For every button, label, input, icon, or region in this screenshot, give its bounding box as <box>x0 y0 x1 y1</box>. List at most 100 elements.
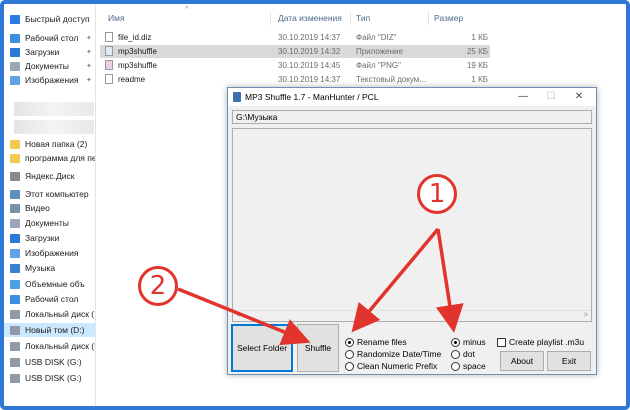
radio[interactable] <box>345 361 354 371</box>
column-header-date[interactable]: Дата изменения <box>278 13 342 23</box>
file-row[interactable]: file_id.diz 30.10.2019 14:37 Файл "DIZ" 1 К… <box>100 31 490 44</box>
sidebar-item[interactable]: USB DISK (G:) <box>4 371 95 385</box>
sidebar-item[interactable]: Этот компьютер <box>4 187 95 201</box>
radio[interactable] <box>451 349 460 359</box>
about-button[interactable]: About <box>500 351 544 371</box>
radio-selected[interactable] <box>451 337 460 347</box>
text-file-icon <box>105 32 113 42</box>
scroll-right-arrow[interactable]: > <box>584 312 588 319</box>
select-folder-button[interactable]: Select Folder <box>231 324 293 372</box>
usb-drive-icon <box>10 357 20 367</box>
pin-icon[interactable]: ✦ <box>86 76 92 84</box>
option-label: minus <box>463 337 486 347</box>
sidebar-item[interactable]: программа для пе <box>4 151 95 165</box>
file-listbox[interactable]: < > <box>232 128 592 322</box>
sidebar-item[interactable]: Загрузки ✦ <box>4 45 95 59</box>
drive-icon <box>10 309 20 319</box>
folder-icon <box>10 139 20 149</box>
sidebar-item[interactable]: USB DISK (G:) <box>4 355 95 369</box>
download-icon <box>10 47 20 57</box>
computer-icon <box>10 189 20 199</box>
horizontal-scrollbar[interactable]: < > <box>233 310 591 321</box>
sidebar-item-label: Рабочий стол <box>25 33 79 43</box>
sidebar-item[interactable]: Быстрый доступ <box>4 12 95 26</box>
file-row[interactable]: mp3shuffle 30.10.2019 14:32 Приложение 25 К… <box>100 45 490 58</box>
file-size: 1 КБ <box>471 75 488 84</box>
option-randomize-date[interactable]: Randomize Date/Time <box>345 349 441 359</box>
sidebar-item-label: Документы <box>25 218 69 228</box>
application-icon <box>105 46 113 56</box>
app-icon <box>233 92 241 102</box>
image-file-icon <box>105 60 113 70</box>
sidebar-item[interactable]: Документы ✦ <box>4 59 95 73</box>
exit-button[interactable]: Exit <box>547 351 591 371</box>
sidebar-item-label: Видео <box>25 203 50 213</box>
option-separator-dot[interactable]: dot <box>451 349 475 359</box>
sidebar-item[interactable]: Изображения ✦ <box>4 73 95 87</box>
sidebar-item[interactable]: Документы <box>4 216 95 230</box>
folder-path-field[interactable]: G:\Музыка <box>232 110 592 124</box>
column-header-size[interactable]: Размер <box>434 13 463 23</box>
sidebar-item[interactable]: Изображения <box>4 246 95 260</box>
sidebar-item-label: Загрузки <box>25 233 60 243</box>
pictures-icon <box>10 75 20 85</box>
pin-icon[interactable]: ✦ <box>86 34 92 42</box>
3d-objects-icon <box>10 279 20 289</box>
sidebar-item[interactable]: Видео <box>4 201 95 215</box>
documents-icon <box>10 61 20 71</box>
sidebar-item-label: USB DISK (G:) <box>25 373 82 383</box>
sidebar-item[interactable]: Новый том (D:) <box>4 323 95 337</box>
sidebar-item[interactable]: Объемные объ <box>4 277 95 291</box>
create-playlist-checkbox[interactable]: Create playlist .m3u <box>497 337 584 347</box>
column-header-name[interactable]: Имя <box>108 13 125 23</box>
option-separator-space[interactable]: space <box>451 361 486 371</box>
sidebar-item-label: Яндекс.Диск <box>25 171 75 181</box>
title-bar: MP3 Shuffle 1.7 - ManHunter / PCL — ☐ ✕ <box>228 88 596 106</box>
sidebar-item[interactable]: Музыка <box>4 261 95 275</box>
file-row[interactable]: readme 30.10.2019 14:37 Текстовый докум...… <box>100 73 490 86</box>
pin-icon[interactable]: ✦ <box>86 48 92 56</box>
video-icon <box>10 203 20 213</box>
column-divider <box>270 11 271 25</box>
sidebar-item[interactable]: Загрузки <box>4 231 95 245</box>
shuffle-button[interactable]: Shuffle <box>297 324 339 372</box>
file-size: 1 КБ <box>471 33 488 42</box>
sidebar-item[interactable]: Локальный диск (I <box>4 339 95 353</box>
column-header-type[interactable]: Тип <box>356 13 370 23</box>
file-row[interactable]: mp3shuffle 30.10.2019 14:45 Файл "PNG" 19 К… <box>100 59 490 72</box>
blurred-item <box>14 120 94 134</box>
drive-icon <box>10 325 20 335</box>
text-file-icon <box>105 74 113 84</box>
option-clean-prefix[interactable]: Clean Numeric Prefix <box>345 361 437 371</box>
sidebar-item[interactable]: Рабочий стол ✦ <box>4 31 95 45</box>
scroll-left-arrow[interactable]: < <box>236 312 240 319</box>
explorer-sidebar: Быстрый доступ Рабочий стол ✦ Загрузки ✦ Доку… <box>4 4 96 406</box>
drive-icon <box>10 341 20 351</box>
sidebar-item-label: Документы <box>25 61 69 71</box>
pictures-icon <box>10 248 20 258</box>
checkbox-label: Create playlist .m3u <box>509 337 585 347</box>
radio[interactable] <box>345 349 354 359</box>
sidebar-item[interactable]: Рабочий стол <box>4 292 95 306</box>
maximize-button[interactable]: ☐ <box>541 90 561 104</box>
sidebar-item[interactable]: Яндекс.Диск <box>4 169 95 183</box>
pin-icon[interactable]: ✦ <box>86 62 92 70</box>
option-separator-minus[interactable]: minus <box>451 337 486 347</box>
file-type: Файл "PNG" <box>356 61 401 70</box>
checkbox[interactable] <box>497 337 506 347</box>
radio[interactable] <box>451 361 460 371</box>
blurred-item <box>14 102 94 116</box>
sort-chevron-icon: ^ <box>185 6 189 13</box>
column-divider <box>428 11 429 25</box>
file-type: Файл "DIZ" <box>356 33 397 42</box>
file-date: 30.10.2019 14:37 <box>278 33 341 42</box>
close-button[interactable]: ✕ <box>569 90 589 104</box>
column-divider <box>350 11 351 25</box>
minimize-button[interactable]: — <box>513 90 533 104</box>
sidebar-item[interactable]: Локальный диск ( <box>4 307 95 321</box>
yandex-disk-icon <box>10 171 20 181</box>
option-rename-files[interactable]: Rename files <box>345 337 407 347</box>
sidebar-item[interactable]: Новая папка (2) <box>4 137 95 151</box>
radio-selected[interactable] <box>345 337 354 347</box>
sidebar-item-label: Новый том (D:) <box>25 325 85 335</box>
